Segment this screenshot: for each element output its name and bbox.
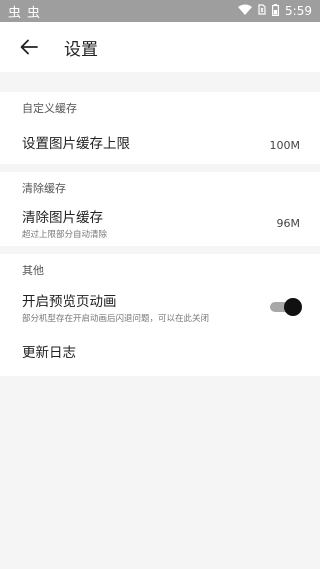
page-title: 设置 (64, 39, 98, 60)
setting-value: 100M (269, 138, 301, 152)
section-header: 清除缓存 (22, 182, 66, 195)
preview-animation-toggle[interactable] (270, 298, 302, 316)
setting-title: 清除图片缓存 (22, 210, 103, 226)
notification-icon: 虫 (27, 5, 41, 21)
setting-changelog[interactable]: 更新日志 (0, 330, 320, 376)
section-custom-cache: 自定义缓存 设置图片缓存上限 100M (0, 92, 320, 164)
setting-title: 开启预览页动画 (22, 294, 117, 310)
setting-subtitle: 超过上限部分自动清除 (22, 230, 108, 240)
divider (0, 164, 320, 172)
notification-icon: 虫 (8, 5, 22, 21)
setting-subtitle: 部分机型存在开启动画后闪退问题，可以在此关闭 (22, 314, 210, 324)
status-right: 5:59 (238, 3, 312, 19)
status-left: 虫 虫 (8, 2, 40, 21)
status-bar: 虫 虫 5:59 (0, 0, 320, 22)
divider (0, 72, 320, 92)
battery-icon (272, 3, 280, 19)
no-sim-icon (258, 4, 266, 18)
setting-title: 更新日志 (22, 345, 76, 361)
wifi-icon (238, 4, 253, 18)
setting-title: 设置图片缓存上限 (22, 136, 130, 152)
toggle-thumb (284, 298, 302, 316)
setting-preview-animation[interactable]: 开启预览页动画 部分机型存在开启动画后闪退问题，可以在此关闭 (0, 284, 320, 330)
section-header: 自定义缓存 (22, 102, 77, 115)
section-clear-cache: 清除缓存 清除图片缓存 超过上限部分自动清除 96M (0, 172, 320, 246)
clock: 5:59 (285, 4, 312, 18)
setting-clear-image-cache[interactable]: 清除图片缓存 超过上限部分自动清除 96M (0, 200, 320, 246)
setting-value: 96M (276, 216, 301, 230)
divider (0, 246, 320, 254)
back-button[interactable] (16, 34, 42, 60)
section-other: 其他 开启预览页动画 部分机型存在开启动画后闪退问题，可以在此关闭 更新日志 (0, 254, 320, 376)
arrow-left-icon (20, 39, 38, 55)
app-bar: 设置 (0, 22, 320, 72)
setting-cache-limit[interactable]: 设置图片缓存上限 100M (0, 120, 320, 164)
section-header: 其他 (22, 264, 44, 277)
